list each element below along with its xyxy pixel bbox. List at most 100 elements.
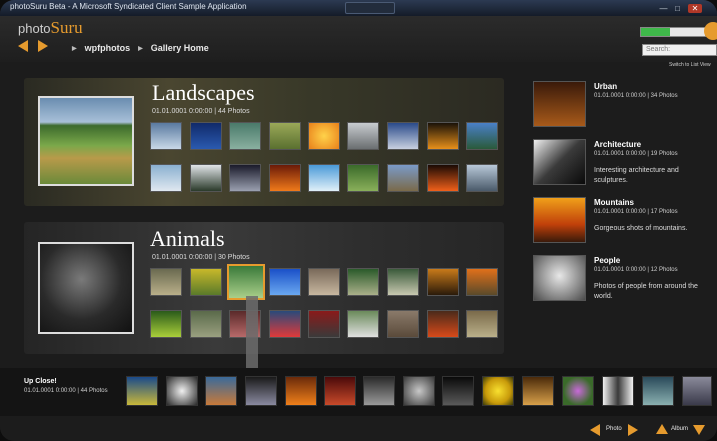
filmstrip-thumbnail[interactable] xyxy=(324,376,356,406)
bottom-nav-bar: Photo Album xyxy=(0,416,717,441)
photo-thumbnail[interactable] xyxy=(308,310,340,338)
album-panel-landscapes[interactable]: Landscapes 01.01.0001 0:00:00 | 44 Photo… xyxy=(24,78,504,206)
breadcrumb-item-wpfphotos[interactable]: wpfphotos xyxy=(85,43,131,53)
photo-thumbnail[interactable] xyxy=(427,164,459,192)
titlebar-tab[interactable] xyxy=(345,2,395,14)
photo-thumbnail[interactable] xyxy=(269,122,301,150)
photo-thumbnail[interactable] xyxy=(190,164,222,192)
photo-thumbnail[interactable] xyxy=(308,122,340,150)
minimize-icon[interactable]: — xyxy=(658,4,669,13)
next-album-icon[interactable] xyxy=(693,425,705,435)
sidebar-album-people[interactable]: People 01.01.0001 0:00:00 | 12 Photos Ph… xyxy=(533,255,713,303)
close-icon[interactable]: ✕ xyxy=(688,4,702,13)
photo-thumbnail[interactable] xyxy=(466,268,498,296)
filmstrip-title[interactable]: Up Close! xyxy=(24,378,57,385)
photo-thumbnail[interactable] xyxy=(347,310,379,338)
photo-thumbnail[interactable] xyxy=(269,310,301,338)
photo-thumbnail[interactable] xyxy=(190,310,222,338)
sidebar-album-thumbnail xyxy=(533,255,586,301)
filmstrip-meta: 01.01.0001 0:00:00 | 44 Photos xyxy=(24,388,108,394)
filmstrip-thumbnail[interactable] xyxy=(682,376,712,406)
photo-thumbnail[interactable] xyxy=(466,164,498,192)
photo-thumbnail[interactable] xyxy=(387,164,419,192)
photo-thumbnail[interactable] xyxy=(466,122,498,150)
sidebar-album-title: Mountains xyxy=(594,198,634,207)
filmstrip-thumbnail[interactable] xyxy=(245,376,277,406)
title-bar: photoSuru Beta - A Microsoft Syndicated … xyxy=(0,0,717,16)
sidebar-album-title: People xyxy=(594,256,621,265)
maximize-icon[interactable]: □ xyxy=(672,4,683,13)
album-meta: 01.01.0001 0:00:00 | 30 Photos xyxy=(152,254,250,261)
photo-thumbnail[interactable] xyxy=(308,268,340,296)
progress-bar-fill xyxy=(641,28,670,36)
filmstrip-thumbnail[interactable] xyxy=(126,376,158,406)
filmstrip-thumbnail[interactable] xyxy=(522,376,554,406)
photo-thumbnail-selected[interactable] xyxy=(227,264,265,300)
breadcrumb-separator-icon: ▶ xyxy=(138,45,143,52)
album-panel-animals[interactable]: Animals 01.01.0001 0:00:00 | 30 Photos xyxy=(24,222,504,354)
photo-thumbnail[interactable] xyxy=(387,310,419,338)
breadcrumb-item-gallery-home[interactable]: Gallery Home xyxy=(151,43,209,53)
sidebar-album-meta: 01.01.0001 0:00:00 | 17 Photos xyxy=(594,209,678,215)
next-photo-icon[interactable] xyxy=(628,424,638,436)
photo-thumbnail[interactable] xyxy=(466,310,498,338)
filmstrip-thumbnail[interactable] xyxy=(442,376,474,406)
photo-thumbnail[interactable] xyxy=(387,268,419,296)
window-title: photoSuru Beta - A Microsoft Syndicated … xyxy=(10,2,247,11)
album-title[interactable]: Landscapes xyxy=(152,80,255,106)
photo-thumbnail[interactable] xyxy=(190,268,222,296)
sidebar-album-description: Interesting architecture and sculptures. xyxy=(594,167,679,184)
forward-arrow-icon[interactable] xyxy=(38,40,48,52)
photo-thumbnail[interactable] xyxy=(427,310,459,338)
photo-thumbnail[interactable] xyxy=(308,164,340,192)
app-window: photoSuru Beta - A Microsoft Syndicated … xyxy=(0,0,717,441)
sidebar-album-architecture[interactable]: Architecture 01.01.0001 0:00:00 | 19 Pho… xyxy=(533,139,713,187)
logo-text-photo: photo xyxy=(18,21,51,36)
photo-thumbnail[interactable] xyxy=(347,164,379,192)
sidebar-album-thumbnail xyxy=(533,81,586,127)
photo-thumbnail[interactable] xyxy=(269,268,301,296)
filmstrip-thumbnail[interactable] xyxy=(602,376,634,406)
sidebar-album-urban[interactable]: Urban 01.01.0001 0:00:00 | 34 Photos xyxy=(533,81,713,129)
photo-thumbnail[interactable] xyxy=(347,122,379,150)
filmstrip-thumbnail[interactable] xyxy=(562,376,594,406)
album-cover-image xyxy=(38,96,134,186)
filmstrip-thumbnail[interactable] xyxy=(642,376,674,406)
photo-thumbnail[interactable] xyxy=(347,268,379,296)
photo-thumbnail[interactable] xyxy=(387,122,419,150)
previous-album-icon[interactable] xyxy=(656,424,668,434)
filmstrip-thumbnail[interactable] xyxy=(363,376,395,406)
app-logo: photoSuru xyxy=(18,18,83,38)
filmstrip-thumbnail[interactable] xyxy=(205,376,237,406)
sidebar-album-meta: 01.01.0001 0:00:00 | 12 Photos xyxy=(594,267,678,273)
breadcrumb-separator-icon: ▶ xyxy=(72,45,77,52)
filmstrip-thumbnail[interactable] xyxy=(403,376,435,406)
photo-thumbnail[interactable] xyxy=(150,310,182,338)
orange-action-button[interactable] xyxy=(704,22,717,40)
filmstrip-thumbnail[interactable] xyxy=(166,376,198,406)
progress-bar xyxy=(640,27,706,37)
sidebar-album-thumbnail xyxy=(533,197,586,243)
sidebar-album-description: Photos of people from around the world. xyxy=(594,283,698,300)
filmstrip-thumbnail[interactable] xyxy=(482,376,514,406)
filmstrip-thumbnail[interactable] xyxy=(285,376,317,406)
photo-thumbnail[interactable] xyxy=(150,122,182,150)
app-header: photoSuru ▶ wpfphotos ▶ Gallery Home Sea… xyxy=(0,16,717,62)
sidebar-album-title: Urban xyxy=(594,82,618,91)
breadcrumb: ▶ wpfphotos ▶ Gallery Home xyxy=(72,43,209,53)
photo-thumbnail[interactable] xyxy=(150,268,182,296)
album-title[interactable]: Animals xyxy=(150,226,225,252)
search-input[interactable]: Search: xyxy=(642,44,717,56)
photo-thumbnail[interactable] xyxy=(427,122,459,150)
photo-thumbnail[interactable] xyxy=(229,164,261,192)
switch-to-list-view-link[interactable]: Switch to List View xyxy=(669,62,711,68)
photo-thumbnail[interactable] xyxy=(150,164,182,192)
previous-photo-icon[interactable] xyxy=(590,424,600,436)
back-arrow-icon[interactable] xyxy=(18,40,28,52)
logo-text-suru: Suru xyxy=(50,18,83,37)
photo-thumbnail[interactable] xyxy=(229,122,261,150)
sidebar-album-mountains[interactable]: Mountains 01.01.0001 0:00:00 | 17 Photos… xyxy=(533,197,713,245)
photo-thumbnail[interactable] xyxy=(269,164,301,192)
photo-thumbnail[interactable] xyxy=(190,122,222,150)
photo-thumbnail[interactable] xyxy=(427,268,459,296)
